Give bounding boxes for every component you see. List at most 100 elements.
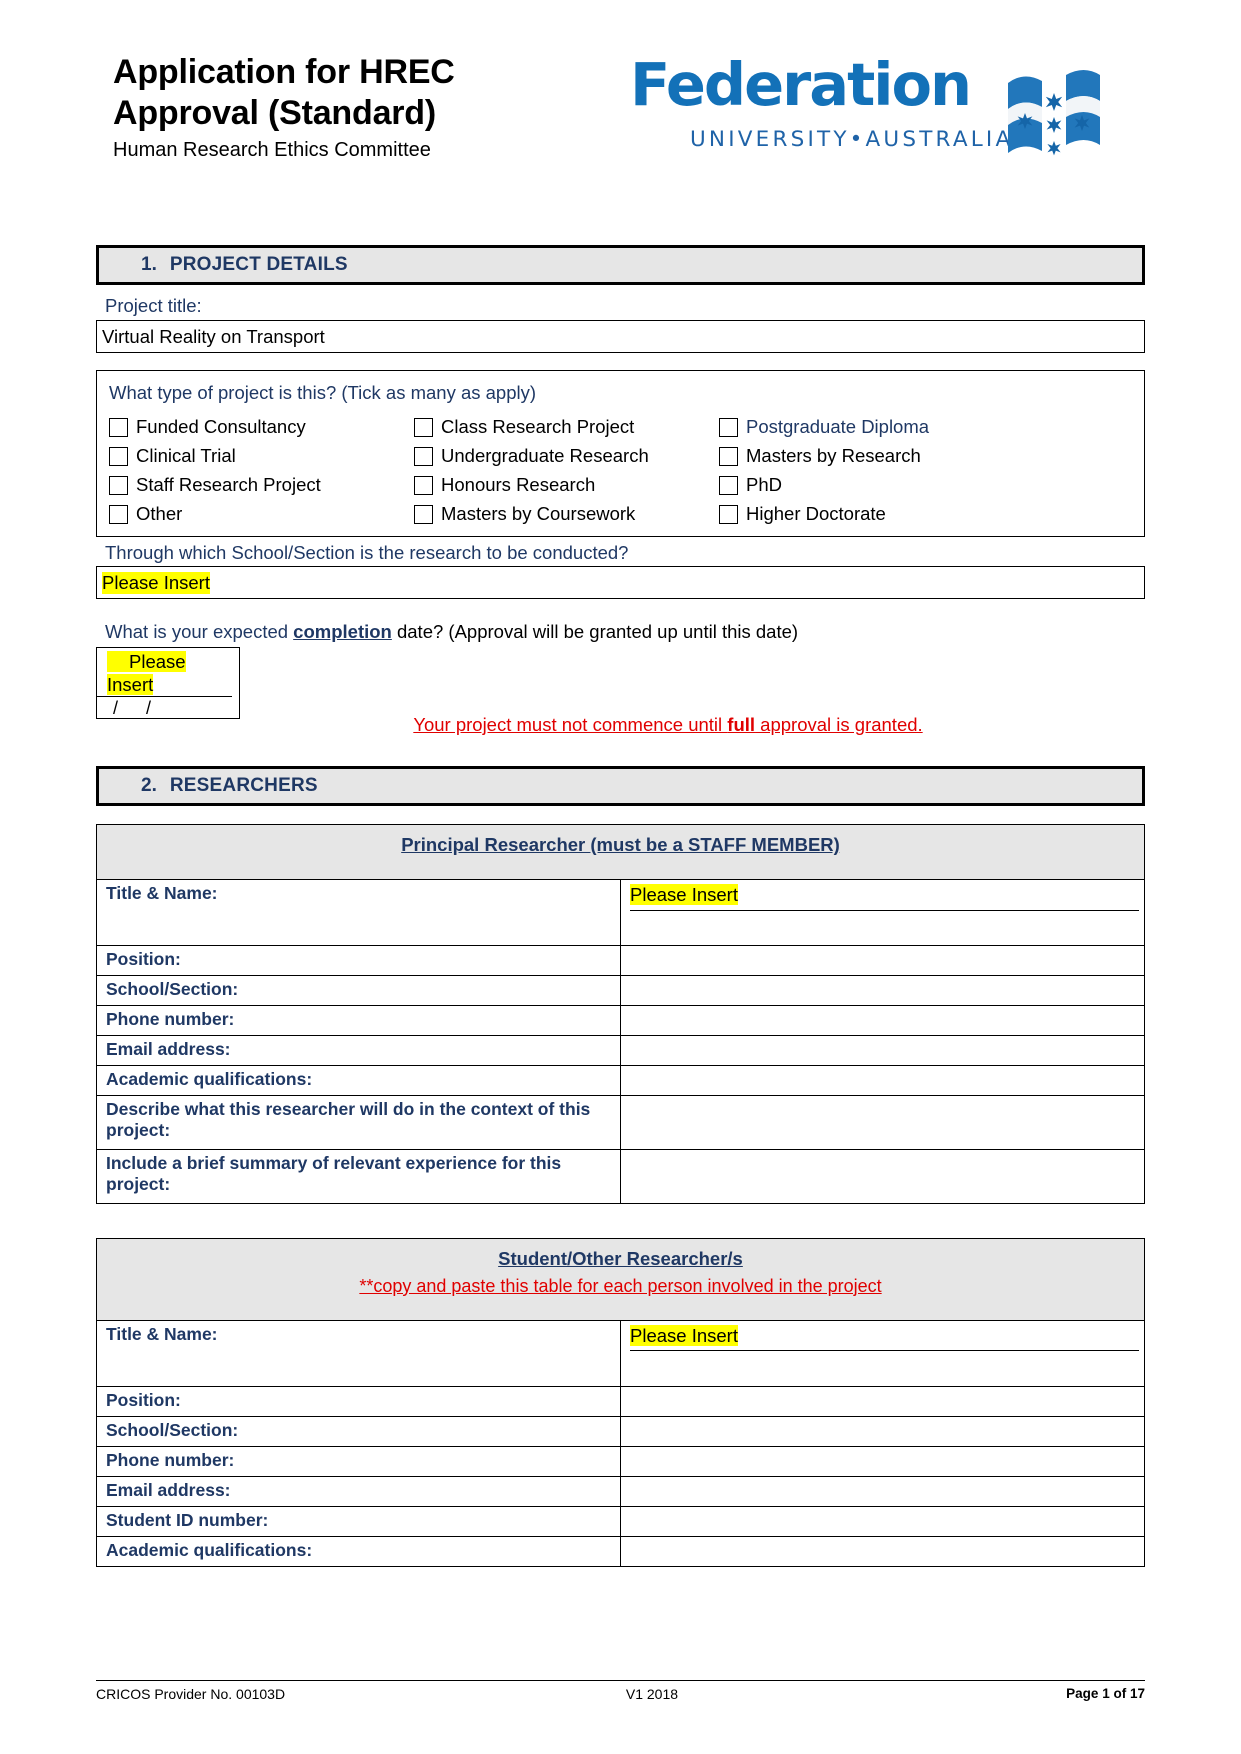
project-type-label: Other <box>136 503 183 525</box>
row-label: School/Section: <box>96 975 621 1007</box>
completion-date-value: Please Insert <box>97 648 232 698</box>
table-header-note: **copy and paste this table for each per… <box>359 1275 882 1296</box>
table-header-cell: Student/Other Researcher/s **copy and pas… <box>96 1238 1145 1321</box>
project-type-label: Higher Doctorate <box>746 503 886 525</box>
project-type-label: Masters by Research <box>746 445 921 467</box>
project-type-label: Masters by Coursework <box>441 503 636 525</box>
row-label: Email address: <box>96 1475 621 1507</box>
checkbox-icon[interactable] <box>109 476 128 496</box>
row-value[interactable] <box>620 1385 1145 1417</box>
project-type-option[interactable]: Staff Research Project <box>109 474 414 496</box>
row-label: School/Section: <box>96 1415 621 1447</box>
row-value-text: Please Insert <box>630 884 738 906</box>
checkbox-icon[interactable] <box>109 418 128 438</box>
section2-label: RESEARCHERS <box>169 775 318 797</box>
row-value[interactable] <box>620 1095 1145 1151</box>
row-value[interactable] <box>620 1005 1145 1037</box>
table-row: Student ID number: <box>96 1505 1145 1537</box>
table-row: School/Section: <box>96 1415 1145 1447</box>
project-type-option[interactable]: Clinical Trial <box>109 447 414 467</box>
row-value[interactable]: Please Insert <box>620 1319 1145 1387</box>
project-title-value: Virtual Reality on Transport <box>102 325 325 347</box>
completion-date-question: What is your expected completion date? (… <box>105 621 1145 643</box>
cricos-text: CRICOS Provider No. 00103D <box>96 1686 286 1702</box>
section1-body: Project title: Virtual Reality on Transp… <box>0 294 1241 736</box>
project-type-option[interactable]: Masters by Research <box>719 445 1144 467</box>
completion-keyword: completion <box>293 621 392 643</box>
logo-tagline: UNIVERSITY•AUSTRALIA <box>690 127 1014 152</box>
checkbox-icon[interactable] <box>719 505 738 525</box>
date-value-line2: Insert <box>107 674 154 696</box>
table-row: Academic qualifications: <box>96 1065 1145 1097</box>
table-row: Phone number: <box>96 1445 1145 1477</box>
date-value-line1: Please <box>107 651 186 673</box>
project-type-option[interactable]: Postgraduate Diploma <box>719 416 1144 438</box>
section2-number: 2. <box>141 775 157 797</box>
section-number: 1. <box>141 254 157 275</box>
principal-researcher-table: Principal Researcher (must be a STAFF ME… <box>96 824 1145 1205</box>
row-value[interactable] <box>620 1475 1145 1507</box>
row-label: Email address: <box>96 1035 621 1067</box>
row-value-text: Please Insert <box>630 1324 738 1346</box>
school-section-input[interactable]: Please Insert <box>96 566 1145 600</box>
date-format-hint: / / <box>97 698 239 719</box>
project-type-option[interactable]: Higher Doctorate <box>719 503 1144 525</box>
date-slash-1: / <box>113 698 121 719</box>
page-subtitle: Human Research Ethics Committee <box>113 138 431 161</box>
checkbox-icon[interactable] <box>414 418 433 438</box>
table-row: Title & Name: Please Insert <box>96 1319 1145 1387</box>
southern-cross-flag-icon <box>1008 70 1100 156</box>
project-type-label: Postgraduate Diploma <box>746 416 930 438</box>
checkbox-icon[interactable] <box>719 447 738 467</box>
row-label: Phone number: <box>96 1005 621 1037</box>
row-value[interactable] <box>620 945 1145 977</box>
table-row: Include a brief summary of relevant expe… <box>96 1149 1145 1205</box>
row-label: Academic qualifications: <box>96 1065 621 1097</box>
project-type-option[interactable]: Masters by Coursework <box>414 503 719 525</box>
project-type-option[interactable]: Class Research Project <box>414 416 719 438</box>
completion-date-input[interactable]: Please Insert / / <box>96 647 240 720</box>
row-value[interactable] <box>620 1445 1145 1477</box>
checkbox-icon[interactable] <box>719 476 738 496</box>
row-value[interactable] <box>620 1415 1145 1447</box>
row-value[interactable] <box>620 1149 1145 1205</box>
project-title-input[interactable]: Virtual Reality on Transport <box>96 320 1145 354</box>
row-label: Position: <box>96 1385 621 1417</box>
row-label: Student ID number: <box>96 1505 621 1537</box>
project-type-option[interactable]: Undergraduate Research <box>414 447 719 467</box>
project-type-panel: What type of project is this? (Tick as m… <box>96 370 1145 538</box>
table-row: Title & Name: Please Insert <box>96 879 1145 947</box>
checkbox-icon[interactable] <box>414 476 433 496</box>
row-label: Title & Name: <box>96 1319 621 1387</box>
row-label: Position: <box>96 945 621 977</box>
completion-q-part1: What is your expected <box>105 621 294 643</box>
row-value[interactable] <box>620 1505 1145 1537</box>
row-value[interactable] <box>620 1065 1145 1097</box>
project-type-option[interactable]: PhD <box>719 476 1144 496</box>
date-slash-2: / <box>146 698 154 719</box>
row-value[interactable] <box>620 1535 1145 1567</box>
project-type-option[interactable]: Funded Consultancy <box>109 418 414 438</box>
row-value[interactable] <box>620 1035 1145 1067</box>
row-value[interactable]: Please Insert <box>620 879 1145 947</box>
checkbox-icon[interactable] <box>719 418 738 438</box>
table-row: Phone number: <box>96 1005 1145 1037</box>
checkbox-icon[interactable] <box>109 447 128 467</box>
row-label: Academic qualifications: <box>96 1535 621 1567</box>
school-section-question: Through which School/Section is the rese… <box>105 542 629 564</box>
row-label: Describe what this researcher will do in… <box>96 1095 621 1151</box>
project-type-option[interactable]: Honours Research <box>414 476 719 496</box>
checkbox-icon[interactable] <box>414 447 433 467</box>
project-title-label: Project title: <box>105 295 202 316</box>
project-type-option[interactable]: Other <box>109 503 414 525</box>
project-type-question: What type of project is this? (Tick as m… <box>109 382 537 404</box>
section-label: PROJECT DETAILS <box>169 254 348 275</box>
checkbox-icon[interactable] <box>109 505 128 525</box>
row-value-underlined: Please Insert <box>630 884 1139 911</box>
table-row: Position: <box>96 945 1145 977</box>
section2-body: Principal Researcher (must be a STAFF ME… <box>0 824 1241 1567</box>
row-value[interactable] <box>620 975 1145 1007</box>
checkbox-icon[interactable] <box>414 505 433 525</box>
project-type-label: Staff Research Project <box>136 474 321 496</box>
project-type-label: Class Research Project <box>441 416 635 438</box>
